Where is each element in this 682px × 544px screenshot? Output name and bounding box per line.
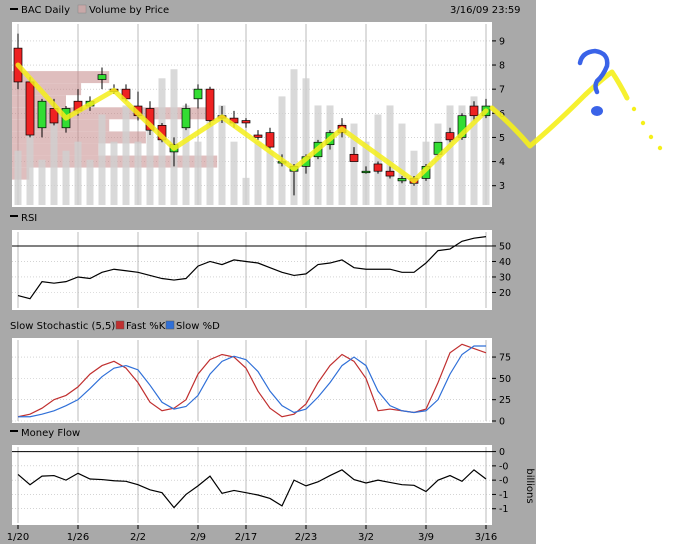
y-tick-label: 4 xyxy=(499,157,505,168)
y-tick-label: 0 xyxy=(499,447,505,458)
candle-body xyxy=(361,170,371,174)
stoch-title: Slow Stochastic (5,5) xyxy=(10,321,115,332)
volume-bar xyxy=(122,105,130,205)
x-tick-label: 3/16 xyxy=(475,532,497,543)
volume-bar xyxy=(434,123,442,205)
y-tick-label: 50 xyxy=(499,374,511,385)
volume-bar xyxy=(446,105,454,205)
volume-bar xyxy=(14,150,22,205)
candle-body xyxy=(25,81,35,136)
candle-body xyxy=(265,132,275,148)
mf-title: Money Flow xyxy=(21,428,80,439)
volume-bar xyxy=(254,141,262,205)
volume-bar xyxy=(134,141,142,205)
y-tick-label: 75 xyxy=(499,353,511,364)
volume-bar xyxy=(38,159,46,205)
y-tick-label: 7 xyxy=(499,85,505,96)
question-mark-dot xyxy=(591,106,603,116)
y-tick-label: -0 xyxy=(499,476,508,487)
candle-body xyxy=(37,100,47,129)
projection-dot xyxy=(657,145,663,151)
volume-bar xyxy=(482,114,490,205)
mf-unit-label: billions xyxy=(524,468,535,503)
volume-bar xyxy=(266,150,274,205)
volume-bar xyxy=(62,150,70,205)
candle-body xyxy=(349,153,359,162)
y-tick-label: 20 xyxy=(499,288,511,299)
volume-bar xyxy=(326,105,334,205)
price-chart-title: BAC Daily xyxy=(21,5,70,16)
candle-body xyxy=(253,134,263,138)
stoch-d-swatch xyxy=(165,320,175,330)
x-tick-label: 2/23 xyxy=(295,532,317,543)
candle-body xyxy=(181,108,191,129)
projection-dot xyxy=(631,106,637,112)
y-tick-label: -1 xyxy=(499,504,508,515)
rsi-legend-swatch xyxy=(10,215,18,217)
candle-body xyxy=(97,74,107,80)
candle-body xyxy=(193,88,203,100)
mf-legend-swatch xyxy=(10,430,18,432)
stoch-k-swatch xyxy=(115,320,125,330)
y-tick-label: 3 xyxy=(499,181,505,192)
x-tick-label: 2/17 xyxy=(235,532,257,543)
volume-bar xyxy=(146,123,154,205)
y-tick-label: -1 xyxy=(499,490,508,501)
x-tick-label: 1/26 xyxy=(67,532,89,543)
volume-bar xyxy=(302,78,310,205)
y-tick-label: 8 xyxy=(499,61,505,72)
volume-bar xyxy=(86,159,94,205)
volume-bar xyxy=(398,123,406,205)
volume-bar xyxy=(170,69,178,205)
candle-body xyxy=(397,178,407,182)
stoch-k-label: Fast %K xyxy=(126,321,166,332)
x-tick-label: 3/2 xyxy=(358,532,374,543)
mf-panel xyxy=(12,445,492,525)
y-tick-label: 0 xyxy=(499,417,505,428)
y-tick-label: -0 xyxy=(499,461,508,472)
volume-bar xyxy=(98,114,106,205)
y-tick-label: 9 xyxy=(499,36,505,47)
candle-body xyxy=(445,132,455,141)
volume-bar xyxy=(50,123,58,205)
question-mark-glyph xyxy=(577,48,610,95)
candle-body xyxy=(373,163,383,172)
projection-dots xyxy=(631,106,663,151)
candle-body xyxy=(241,120,251,124)
x-tick-label: 2/2 xyxy=(130,532,146,543)
y-tick-label: 40 xyxy=(499,257,511,268)
volume-bar xyxy=(242,177,250,205)
volume-bar xyxy=(194,141,202,205)
vbp-legend-swatch xyxy=(77,4,87,14)
volume-bar xyxy=(278,96,286,205)
candle-body xyxy=(205,88,215,121)
volume-bar xyxy=(74,141,82,205)
stoch-d-label: Slow %D xyxy=(176,321,220,332)
price-legend-swatch xyxy=(10,8,18,10)
volume-bar xyxy=(230,141,238,205)
x-tick-label: 3/9 xyxy=(418,532,434,543)
x-tick-label: 2/9 xyxy=(190,532,206,543)
y-tick-label: 5 xyxy=(499,133,505,144)
volume-bar xyxy=(110,141,118,205)
header-date: 3/16/09 23:59 xyxy=(450,5,521,16)
candle-body xyxy=(385,170,395,177)
candle-body xyxy=(469,105,479,117)
chart-canvas: BAC Daily Volume by Price 3/16/09 23:59 … xyxy=(0,0,663,544)
rsi-panel xyxy=(12,230,492,310)
projection-dot xyxy=(640,120,646,126)
projection-dot xyxy=(648,134,654,140)
rsi-title: RSI xyxy=(21,213,37,224)
vbp-legend-label: Volume by Price xyxy=(89,5,169,16)
x-tick-label: 1/20 xyxy=(7,532,29,543)
volume-bar xyxy=(386,105,394,205)
y-tick-label: 25 xyxy=(499,395,511,406)
y-tick-label: 50 xyxy=(499,241,511,252)
y-tick-label: 30 xyxy=(499,272,511,283)
